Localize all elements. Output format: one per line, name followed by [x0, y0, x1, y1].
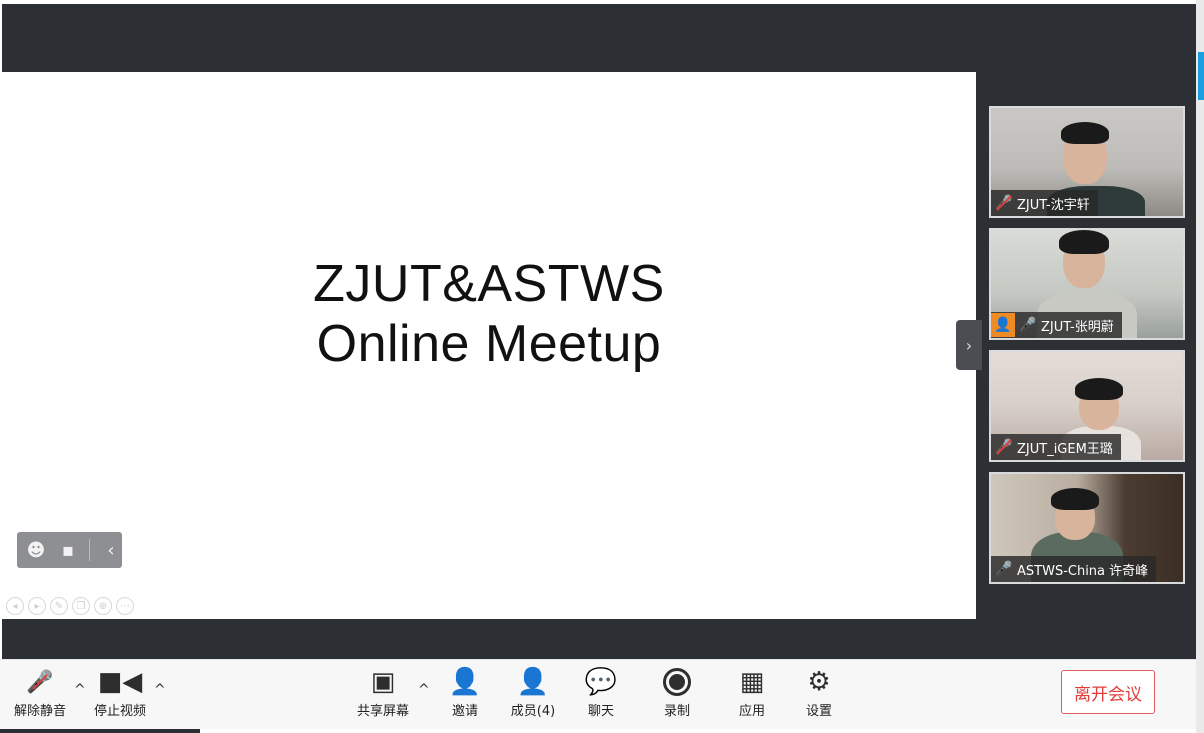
slide-title-line-2: Online Meetup: [316, 315, 662, 373]
participant-name: ZJUT-沈宇轩: [1017, 197, 1090, 213]
members-label: 成员(4): [510, 704, 556, 719]
chevron-right-icon: ›: [965, 335, 973, 355]
chat-icon: 💬: [584, 667, 618, 697]
mic-icon: 🎤: [1019, 317, 1037, 333]
copy-icon[interactable]: ❐: [72, 597, 90, 615]
invite-button[interactable]: 👤 邀请: [433, 666, 497, 719]
desktop-edge: [1196, 0, 1204, 733]
participant-label: 🎤 ZJUT-沈宇轩: [991, 190, 1098, 216]
person-hair: [1075, 378, 1123, 400]
settings-label: 设置: [805, 704, 832, 719]
video-tile-2[interactable]: 👤 🎤 ZJUT-张明蔚: [989, 228, 1185, 340]
slide-title-line-1: ZJUT&ASTWS: [313, 255, 665, 313]
zoom-icon[interactable]: ⊕: [94, 597, 112, 615]
desktop-edge-accent: [1198, 52, 1204, 100]
mic-icon: 🎤: [995, 561, 1013, 577]
stop-video-label: 停止视频: [93, 704, 146, 719]
participant-video-panel: › 🎤 ZJUT-沈宇轩 👤 🎤 ZJUT-张明蔚 🎤 ZJUT_iGEM王璐 …: [956, 4, 1196, 659]
video-camera-icon: ■◀: [97, 667, 143, 697]
person-hair: [1051, 488, 1099, 510]
share-options-caret-icon[interactable]: ^: [418, 682, 430, 698]
video-tile-1[interactable]: 🎤 ZJUT-沈宇轩: [989, 106, 1185, 218]
unmute-button[interactable]: 🎤 解除静音: [8, 666, 72, 720]
shared-content-area: ZJUT&ASTWS Online Meetup ☻ ▪ ‹ ◂ ▸ ✎ ❐ ⊕…: [2, 4, 976, 659]
record-icon: [663, 666, 691, 698]
meeting-window: ZJUT&ASTWS Online Meetup ☻ ▪ ‹ ◂ ▸ ✎ ❐ ⊕…: [0, 0, 1204, 733]
leave-meeting-button[interactable]: 离开会议: [1061, 670, 1155, 714]
participant-name: ZJUT_iGEM王璐: [1017, 441, 1113, 457]
chevron-left-icon[interactable]: ‹: [100, 539, 122, 561]
gear-icon: ⚙: [807, 667, 831, 697]
more-icon[interactable]: ⋯: [116, 597, 134, 615]
chat-button[interactable]: 💬 聊天: [569, 666, 633, 719]
person-hair: [1059, 230, 1109, 254]
user-avatar-icon: 👤: [991, 313, 1015, 337]
reaction-bar: ☻ ▪ ‹: [17, 532, 122, 568]
annotation-tools: ◂ ▸ ✎ ❐ ⊕ ⋯: [6, 597, 134, 615]
unmute-label: 解除静音: [13, 704, 66, 719]
taskbar-edge: [0, 729, 200, 733]
participant-label: 🎤 ZJUT_iGEM王璐: [991, 434, 1121, 460]
share-screen-label: 共享屏幕: [356, 704, 409, 719]
mic-muted-icon: 🎤: [995, 439, 1013, 455]
next-page-icon[interactable]: ▸: [28, 597, 46, 615]
apps-grid-icon: ▦: [739, 667, 765, 697]
reaction-bar-divider: [89, 539, 90, 561]
members-icon: 👤: [516, 667, 550, 697]
slide-title: ZJUT&ASTWS Online Meetup: [2, 254, 976, 374]
person-hair: [1061, 122, 1109, 144]
add-user-icon: 👤: [448, 667, 482, 697]
participant-label: 👤 🎤 ZJUT-张明蔚: [991, 312, 1122, 338]
apps-label: 应用: [738, 704, 765, 719]
meeting-toolbar: 🎤 解除静音 ^ ■◀ 停止视频 ^ ▣ 共享屏幕 ^ 👤 邀请 👤 成员(4)…: [0, 659, 1196, 729]
record-button[interactable]: 录制: [645, 666, 709, 719]
panel-collapse-button[interactable]: ›: [956, 320, 982, 370]
record-label: 录制: [663, 704, 690, 719]
participant-label: 🎤 ASTWS-China 许奇峰: [991, 556, 1157, 582]
video-options-caret-icon[interactable]: ^: [154, 682, 166, 698]
settings-button[interactable]: ⚙ 设置: [787, 666, 851, 719]
shared-slide: ZJUT&ASTWS Online Meetup ☻ ▪ ‹ ◂ ▸ ✎ ❐ ⊕…: [2, 72, 976, 619]
mic-muted-icon: 🎤: [26, 669, 54, 695]
participant-name: ZJUT-张明蔚: [1041, 319, 1114, 335]
chat-bubble-icon[interactable]: ▪: [57, 539, 79, 561]
audio-options-caret-icon[interactable]: ^: [74, 682, 86, 698]
share-screen-button[interactable]: ▣ 共享屏幕: [351, 666, 415, 719]
video-tile-4[interactable]: 🎤 ASTWS-China 许奇峰: [989, 472, 1185, 584]
video-tile-3[interactable]: 🎤 ZJUT_iGEM王璐: [989, 350, 1185, 462]
participant-name: ASTWS-China 许奇峰: [1017, 563, 1149, 579]
pen-icon[interactable]: ✎: [50, 597, 68, 615]
invite-label: 邀请: [451, 704, 478, 719]
smile-icon[interactable]: ☻: [25, 539, 47, 561]
members-button[interactable]: 👤 成员(4): [501, 666, 565, 719]
apps-button[interactable]: ▦ 应用: [720, 666, 784, 719]
chat-label: 聊天: [587, 704, 614, 719]
mic-muted-icon: 🎤: [995, 195, 1013, 211]
stop-video-button[interactable]: ■◀ 停止视频: [88, 666, 152, 719]
prev-page-icon[interactable]: ◂: [6, 597, 24, 615]
share-screen-icon: ▣: [370, 667, 396, 697]
